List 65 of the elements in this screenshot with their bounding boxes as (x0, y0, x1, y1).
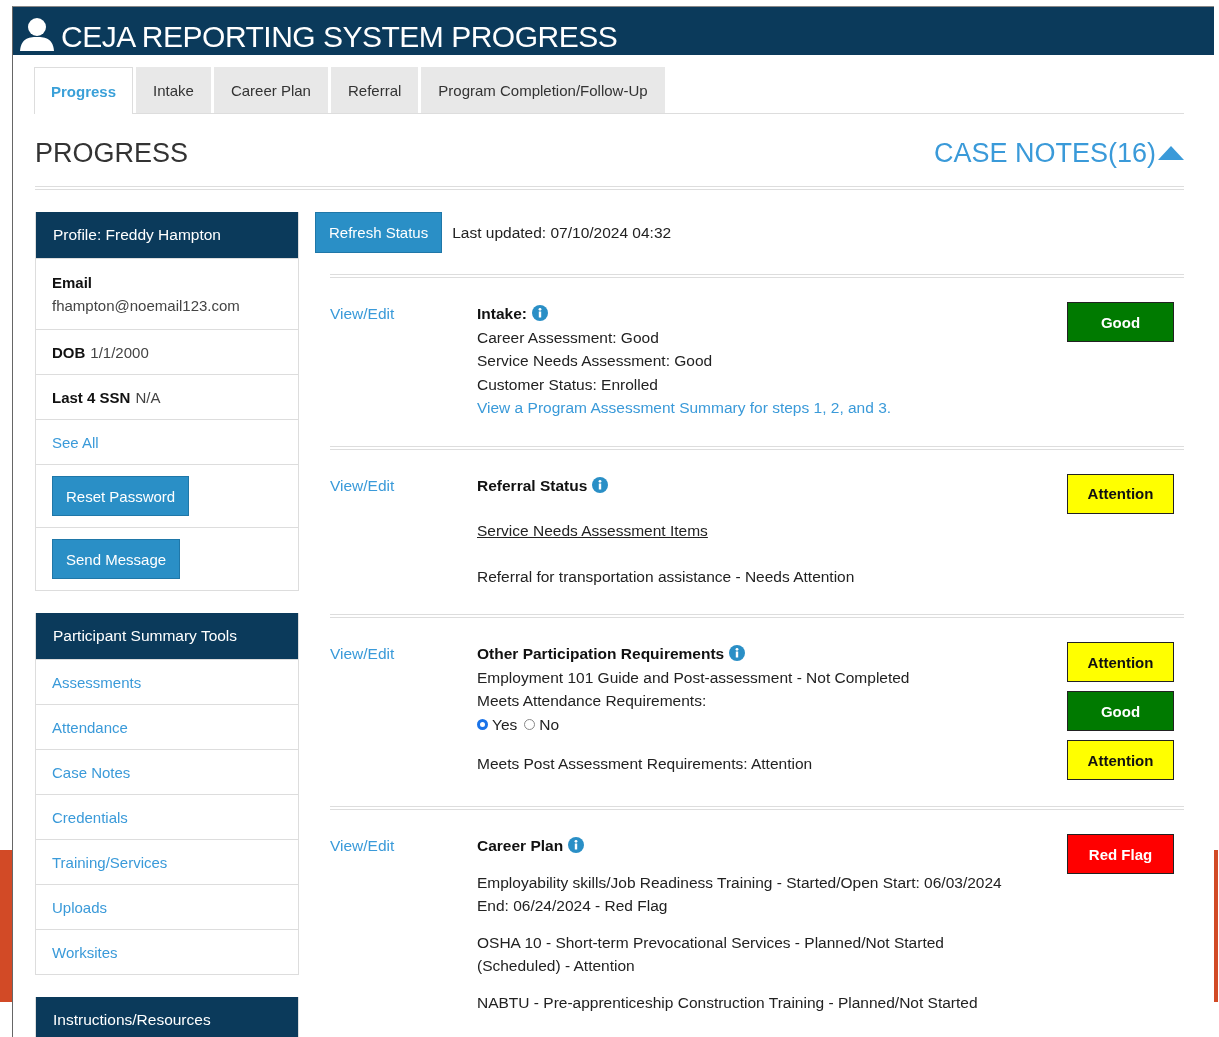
tool-link[interactable]: Assessments (52, 673, 142, 691)
status-badge: Good (1067, 302, 1174, 342)
user-icon (19, 17, 55, 51)
tool-link[interactable]: Attendance (52, 718, 128, 736)
status-text: Employment 101 Guide and Post-assessment - Not Completed (477, 667, 911, 688)
section-title: Referral Status (477, 476, 588, 494)
tab[interactable]: Referral (330, 67, 419, 113)
status-text: Employability skills/Job Readiness Training - Started/Open Start: 06/03/2024 End: 06/24/2024 - Red Flag (477, 872, 1003, 916)
status-badge: Good (1067, 691, 1174, 731)
status-badge: Attention (1067, 642, 1174, 682)
status-text: Meets Post Assessment Requirements: Attention (477, 754, 814, 774)
info-icon[interactable] (592, 476, 609, 493)
refresh-status-button[interactable]: Refresh Status (315, 212, 443, 253)
radio-label[interactable]: No (539, 712, 560, 736)
status-text: NABTU - Pre-apprenticeship Construction Training - Planned/Not Started (477, 992, 979, 1013)
status-badge: Attention (1067, 740, 1174, 780)
section-title: Career Plan (477, 837, 564, 854)
see-all-link[interactable]: See All (52, 433, 99, 451)
status-text: Meets Attendance Requirements: (477, 691, 708, 711)
assessment-items-link[interactable]: Service Needs Assessment Items (477, 519, 708, 543)
status-text: OSHA 10 - Short-term Prevocational Services - Planned/Not Started (Scheduled) - Attention (477, 932, 945, 976)
status-badge: Attention (1067, 473, 1174, 514)
case-notes-toggle[interactable]: CASE NOTES(16) (933, 137, 1184, 169)
tool-link[interactable]: Training/Services (52, 853, 168, 871)
panel-header: Profile: Freddy Hampton (36, 212, 298, 258)
field-value: 1/1/2000 (90, 343, 149, 361)
status-text: Career Assessment: Good (477, 327, 660, 348)
tool-link[interactable]: Credentials (52, 808, 128, 826)
status-text: Customer Status: Enrolled (477, 374, 659, 395)
view-edit-link[interactable]: View/Edit (330, 837, 395, 854)
tool-link[interactable]: Case Notes (52, 763, 131, 781)
info-icon[interactable] (729, 645, 746, 661)
caret-up-icon (1158, 146, 1184, 160)
view-edit-link[interactable]: View/Edit (330, 305, 395, 322)
radio-button[interactable] (477, 718, 488, 730)
last-updated-text: Last updated: 07/10/2024 04:32 (452, 223, 672, 242)
field-value: fhampton@noemail123.com (52, 296, 240, 316)
field-label: Email (52, 273, 93, 293)
tab[interactable]: Progress (34, 67, 134, 114)
profile-button[interactable]: Reset Password (52, 476, 190, 516)
radio-label[interactable]: Yes (492, 712, 518, 736)
summary-link[interactable]: View a Program Assessment Summary for steps 1, 2, and 3. (477, 396, 892, 420)
panel-header: Participant Summary Tools (36, 613, 298, 659)
tool-link[interactable]: Worksites (52, 943, 118, 961)
info-icon[interactable] (568, 837, 585, 853)
field-label: Last 4 SSN (52, 388, 131, 406)
profile-button[interactable]: Send Message (52, 539, 181, 579)
tool-link[interactable]: Uploads (52, 898, 108, 916)
status-text: Service Needs Assessment: Good (477, 351, 714, 371)
tab[interactable]: Career Plan (213, 67, 328, 113)
section-title: Intake: (477, 305, 527, 322)
field-label: DOB (52, 343, 86, 361)
status-badge: Red Flag (1067, 834, 1174, 874)
field-value: N/A (135, 388, 161, 406)
view-edit-link[interactable]: View/Edit (330, 476, 395, 494)
info-icon[interactable] (531, 305, 548, 321)
app-title: CEJA REPORTING SYSTEM PROGRESS (61, 19, 618, 55)
section-title: Other Participation Requirements (477, 645, 725, 662)
page-title: PROGRESS (35, 137, 189, 169)
tab[interactable]: Intake (136, 67, 211, 113)
tab[interactable]: Program Completion/Follow-Up (421, 67, 665, 113)
radio-button[interactable] (524, 718, 536, 730)
panel-header: Instructions/Resources (36, 997, 298, 1037)
status-text: Referral for transportation assistance - Needs Attention (477, 566, 856, 587)
view-edit-link[interactable]: View/Edit (330, 645, 395, 662)
